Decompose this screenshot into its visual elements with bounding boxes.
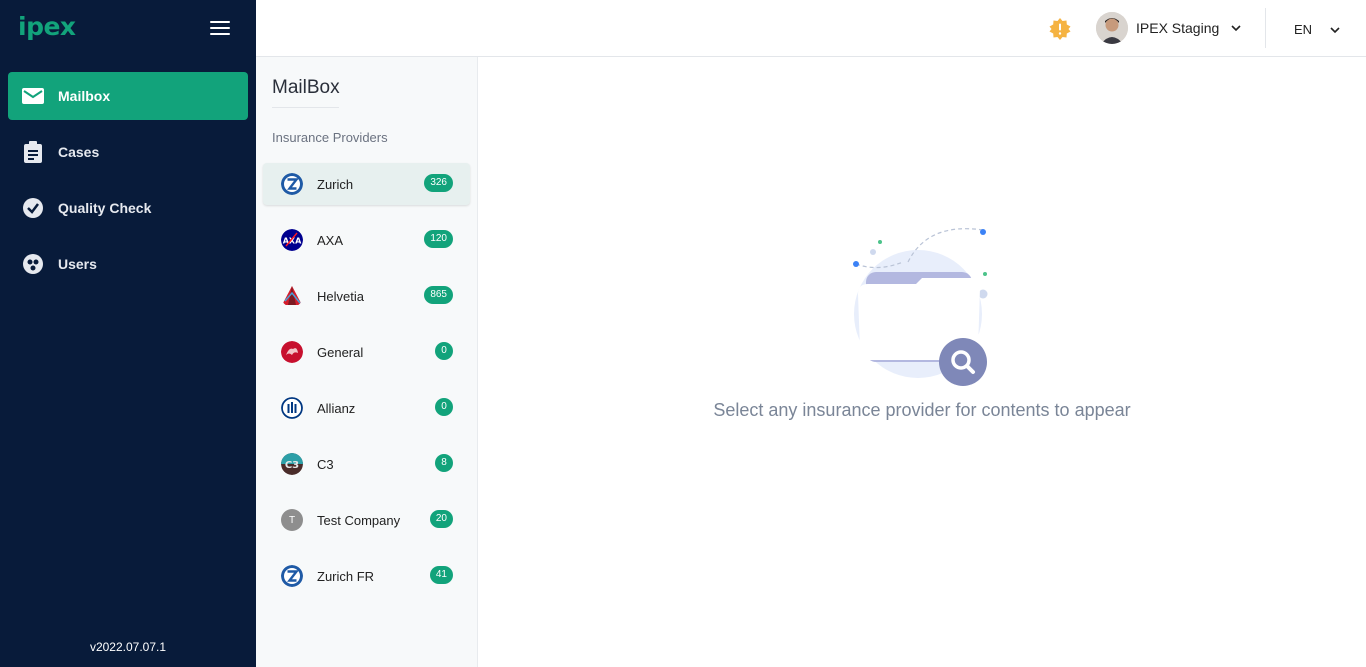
count-badge: 326 xyxy=(424,174,453,192)
main-content: Select any insurance provider for conten… xyxy=(478,57,1366,667)
provider-item-axa[interactable]: AXA AXA 120 xyxy=(263,219,470,261)
chevron-down-icon xyxy=(1330,26,1340,33)
count-badge: 0 xyxy=(435,398,453,416)
provider-name: AXA xyxy=(317,232,344,248)
provider-item-zurich[interactable]: Zurich 326 xyxy=(263,163,470,205)
user-name: IPEX Staging xyxy=(1136,20,1220,36)
provider-item-zurich-fr[interactable]: Zurich FR 41 xyxy=(263,555,470,597)
provider-name: Test Company xyxy=(317,512,401,528)
letter-avatar-icon: T xyxy=(281,509,303,531)
svg-text:C3: C3 xyxy=(285,460,299,471)
provider-list: Zurich 326 AXA AXA 120 Helvetia 865 Gene… xyxy=(263,163,470,611)
language-selector[interactable]: EN xyxy=(1294,22,1340,37)
count-badge: 120 xyxy=(424,230,453,248)
empty-folder-search-icon xyxy=(848,222,1008,392)
c3-logo-icon: C3 xyxy=(281,453,303,475)
provider-item-general[interactable]: General 0 xyxy=(263,331,470,373)
alert-badge-icon[interactable] xyxy=(1049,18,1071,40)
sidebar-item-cases[interactable]: Cases xyxy=(8,128,248,176)
count-badge: 41 xyxy=(429,566,453,584)
general-logo-icon xyxy=(281,341,303,363)
provider-item-test-company[interactable]: T Test Company 20 xyxy=(263,499,470,541)
divider xyxy=(1265,8,1266,48)
provider-item-c3[interactable]: C3 C3 8 xyxy=(263,443,470,485)
sidebar-item-label: Mailbox xyxy=(58,88,111,104)
zurich-logo-icon xyxy=(281,173,303,195)
mail-icon xyxy=(22,85,44,107)
count-badge: 8 xyxy=(435,454,453,472)
provider-item-allianz[interactable]: Allianz 0 xyxy=(263,387,470,429)
check-circle-icon xyxy=(22,197,44,219)
avatar xyxy=(1096,12,1128,44)
sidebar: ipex Mailbox Cases Quality Check Users v… xyxy=(0,0,256,667)
clipboard-icon xyxy=(22,141,44,163)
page-title: MailBox xyxy=(272,77,340,108)
sidebar-nav: Mailbox Cases Quality Check Users xyxy=(8,72,248,296)
avatar-letter: T xyxy=(288,514,296,526)
app-version: v2022.07.07.1 xyxy=(89,640,167,654)
axa-logo-icon: AXA xyxy=(281,229,303,251)
sidebar-item-mailbox[interactable]: Mailbox xyxy=(8,72,248,120)
allianz-logo-icon xyxy=(281,397,303,419)
sidebar-item-users[interactable]: Users xyxy=(8,240,248,288)
provider-name: Helvetia xyxy=(317,288,364,304)
app-logo[interactable]: ipex xyxy=(18,12,76,41)
language-label: EN xyxy=(1294,22,1313,37)
sidebar-item-quality-check[interactable]: Quality Check xyxy=(8,184,248,232)
sidebar-item-label: Users xyxy=(58,256,97,272)
chevron-down-icon xyxy=(1231,25,1241,32)
hamburger-menu-icon[interactable] xyxy=(210,21,230,37)
provider-name: Zurich FR xyxy=(317,568,375,584)
provider-name: C3 xyxy=(317,456,334,472)
provider-name: Zurich xyxy=(317,176,354,192)
mailbox-panel: MailBox Insurance Providers Zurich 326 A… xyxy=(256,57,478,667)
provider-name: Allianz xyxy=(317,400,356,416)
provider-item-helvetia[interactable]: Helvetia 865 xyxy=(263,275,470,317)
count-badge: 865 xyxy=(424,286,453,304)
users-icon xyxy=(22,253,44,275)
sidebar-item-label: Cases xyxy=(58,144,100,160)
count-badge: 20 xyxy=(429,510,453,528)
empty-state-text: Select any insurance provider for conten… xyxy=(713,400,1131,420)
sidebar-item-label: Quality Check xyxy=(58,200,152,216)
user-menu[interactable]: IPEX Staging xyxy=(1096,12,1241,44)
count-badge: 0 xyxy=(435,342,453,360)
section-label: Insurance Providers xyxy=(272,130,388,145)
provider-name: General xyxy=(317,344,364,360)
helvetia-logo-icon xyxy=(281,285,303,307)
zurich-logo-icon xyxy=(281,565,303,587)
